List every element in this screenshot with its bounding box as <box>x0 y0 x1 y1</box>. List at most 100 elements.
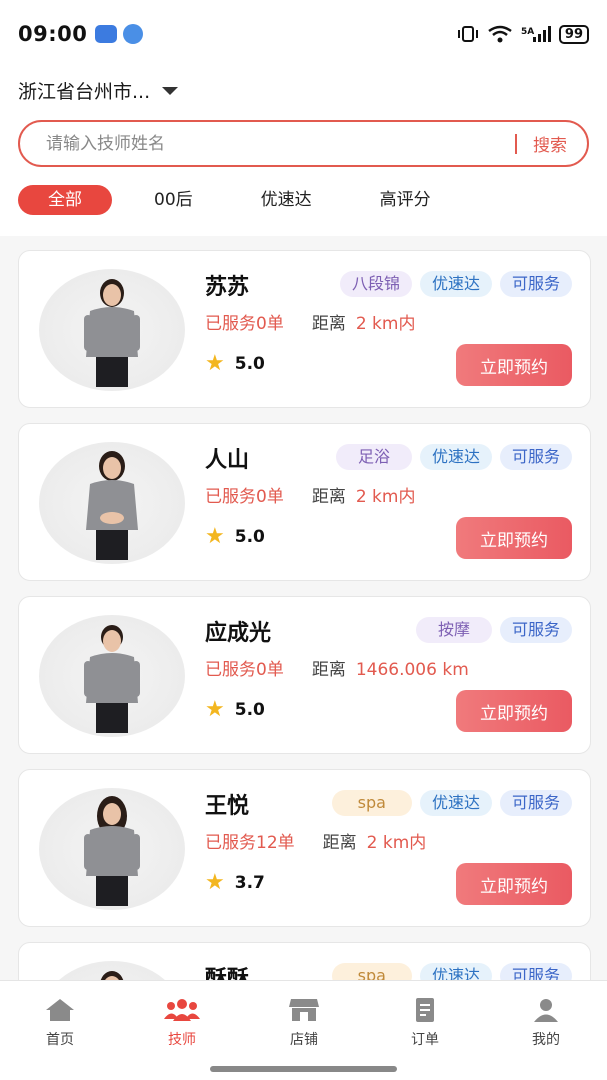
technician-name: 苏苏 <box>205 275 250 300</box>
service-tag: 足浴 <box>335 444 412 470</box>
technician-name: 酥酥 <box>205 967 250 980</box>
filter-high-rating[interactable]: 高评分 <box>380 185 431 215</box>
status-bar: 09:00 5A 99 <box>0 0 607 68</box>
tab-orders[interactable]: 订单 <box>385 997 465 1049</box>
technician-avatar <box>39 788 185 910</box>
tab-home[interactable]: 首页 <box>20 997 100 1049</box>
tag-group: 足浴 优速达 可服务 <box>335 444 572 470</box>
tab-label: 店铺 <box>290 1032 318 1048</box>
store-icon <box>289 999 319 1021</box>
tag-group: 按摩 可服务 <box>415 617 572 643</box>
cellular-signal-icon: 5A <box>521 26 551 42</box>
technician-stats: 已服务0单 距离 2 km内 <box>205 482 415 507</box>
technician-name: 王悦 <box>205 794 250 819</box>
order-icon <box>416 998 434 1022</box>
tab-store[interactable]: 店铺 <box>264 997 344 1049</box>
rating: ★ 3.7 <box>205 870 265 895</box>
svg-text:5A: 5A <box>521 27 534 37</box>
book-now-button[interactable]: 立即预约 <box>456 344 572 386</box>
technician-avatar <box>39 615 185 737</box>
service-tag: 按摩 <box>415 617 492 643</box>
book-now-button[interactable]: 立即预约 <box>456 517 572 559</box>
tab-label: 首页 <box>46 1032 74 1048</box>
rating-value: 5.0 <box>234 526 265 547</box>
book-now-button[interactable]: 立即预约 <box>456 863 572 905</box>
rating: ★ 5.0 <box>205 351 265 376</box>
tab-label: 技师 <box>168 1032 196 1048</box>
served-count: 已服务12单 <box>205 833 295 853</box>
star-icon: ★ <box>205 697 225 722</box>
caret-down-icon <box>162 87 179 95</box>
distance-value: 1466.006 km <box>355 660 469 680</box>
available-tag: 可服务 <box>499 271 572 297</box>
technician-card[interactable]: 人山 足浴 优速达 可服务 已服务0单 距离 2 km内 ★ 5.0 立即预约 <box>18 423 591 581</box>
location-city: 浙江省台州市... <box>18 80 151 103</box>
filter-all[interactable]: 全部 <box>18 185 112 215</box>
service-tag: 八段锦 <box>339 271 412 297</box>
fast-tag: 优速达 <box>419 963 492 980</box>
available-tag: 可服务 <box>499 444 572 470</box>
distance-label: 距离 <box>311 487 346 507</box>
technician-card[interactable]: 酥酥 spa 优速达 可服务 <box>18 942 591 980</box>
home-icon <box>46 999 74 1021</box>
distance-label: 距离 <box>311 314 346 334</box>
distance-value: 2 km内 <box>355 487 416 507</box>
service-tag: spa <box>331 963 412 980</box>
filter-post-00[interactable]: 00后 <box>154 185 193 215</box>
technician-name: 人山 <box>205 448 250 473</box>
fast-tag: 优速达 <box>419 444 492 470</box>
search-button[interactable]: 搜索 <box>533 131 567 156</box>
technician-stats: 已服务0单 距离 1466.006 km <box>205 655 469 680</box>
service-tag: spa <box>331 790 412 816</box>
location-selector[interactable]: 浙江省台州市... <box>18 75 179 105</box>
tag-group: spa 优速达 可服务 <box>331 963 572 980</box>
star-icon: ★ <box>205 351 225 376</box>
fast-tag: 优速达 <box>419 790 492 816</box>
technician-card[interactable]: 王悦 spa 优速达 可服务 已服务12单 距离 2 km内 ★ 3.7 立即预… <box>18 769 591 927</box>
rating-value: 5.0 <box>234 353 265 374</box>
technician-stats: 已服务12单 距离 2 km内 <box>205 828 426 853</box>
rating: ★ 5.0 <box>205 697 265 722</box>
distance-value: 2 km内 <box>366 833 427 853</box>
served-count: 已服务0单 <box>205 660 284 680</box>
distance-value: 2 km内 <box>355 314 416 334</box>
fast-tag: 优速达 <box>419 271 492 297</box>
bottom-tab-bar: 首页 技师 店铺 订单 我的 <box>0 980 607 1080</box>
star-icon: ★ <box>205 524 225 549</box>
technician-name: 应成光 <box>205 621 272 646</box>
tag-group: spa 优速达 可服务 <box>331 790 572 816</box>
filter-tabs: 全部 00后 优速达 高评分 <box>18 185 431 215</box>
available-tag: 可服务 <box>499 790 572 816</box>
search-bar: 搜索 <box>18 120 589 167</box>
tab-label: 我的 <box>532 1032 560 1048</box>
filter-fast[interactable]: 优速达 <box>261 185 312 215</box>
tab-profile[interactable]: 我的 <box>506 997 586 1049</box>
star-icon: ★ <box>205 870 225 895</box>
battery-indicator: 99 <box>558 24 589 44</box>
technician-list: 苏苏 八段锦 优速达 可服务 已服务0单 距离 2 km内 ★ 5.0 立即预约… <box>0 236 607 980</box>
browser-app-icon <box>123 24 144 44</box>
search-divider <box>515 133 517 154</box>
served-count: 已服务0单 <box>205 314 284 334</box>
home-indicator[interactable] <box>210 1066 397 1072</box>
available-tag: 可服务 <box>499 963 572 980</box>
technician-avatar <box>39 961 185 980</box>
rating: ★ 5.0 <box>205 524 265 549</box>
technician-avatar <box>39 269 185 391</box>
available-tag: 可服务 <box>499 617 572 643</box>
tab-label: 订单 <box>411 1032 439 1048</box>
people-icon <box>164 999 200 1021</box>
profile-icon <box>534 999 558 1022</box>
search-input[interactable] <box>46 133 515 154</box>
book-now-button[interactable]: 立即预约 <box>456 690 572 732</box>
technician-card[interactable]: 应成光 按摩 可服务 已服务0单 距离 1466.006 km ★ 5.0 立即… <box>18 596 591 754</box>
tab-technician[interactable]: 技师 <box>142 997 222 1049</box>
rating-value: 5.0 <box>234 699 265 720</box>
technician-stats: 已服务0单 距离 2 km内 <box>205 309 415 334</box>
tag-group: 八段锦 优速达 可服务 <box>339 271 572 297</box>
served-count: 已服务0单 <box>205 487 284 507</box>
distance-label: 距离 <box>311 660 346 680</box>
status-indicators: 5A 99 <box>457 24 589 44</box>
technician-card[interactable]: 苏苏 八段锦 优速达 可服务 已服务0单 距离 2 km内 ★ 5.0 立即预约 <box>18 250 591 408</box>
wifi-icon <box>488 25 512 43</box>
